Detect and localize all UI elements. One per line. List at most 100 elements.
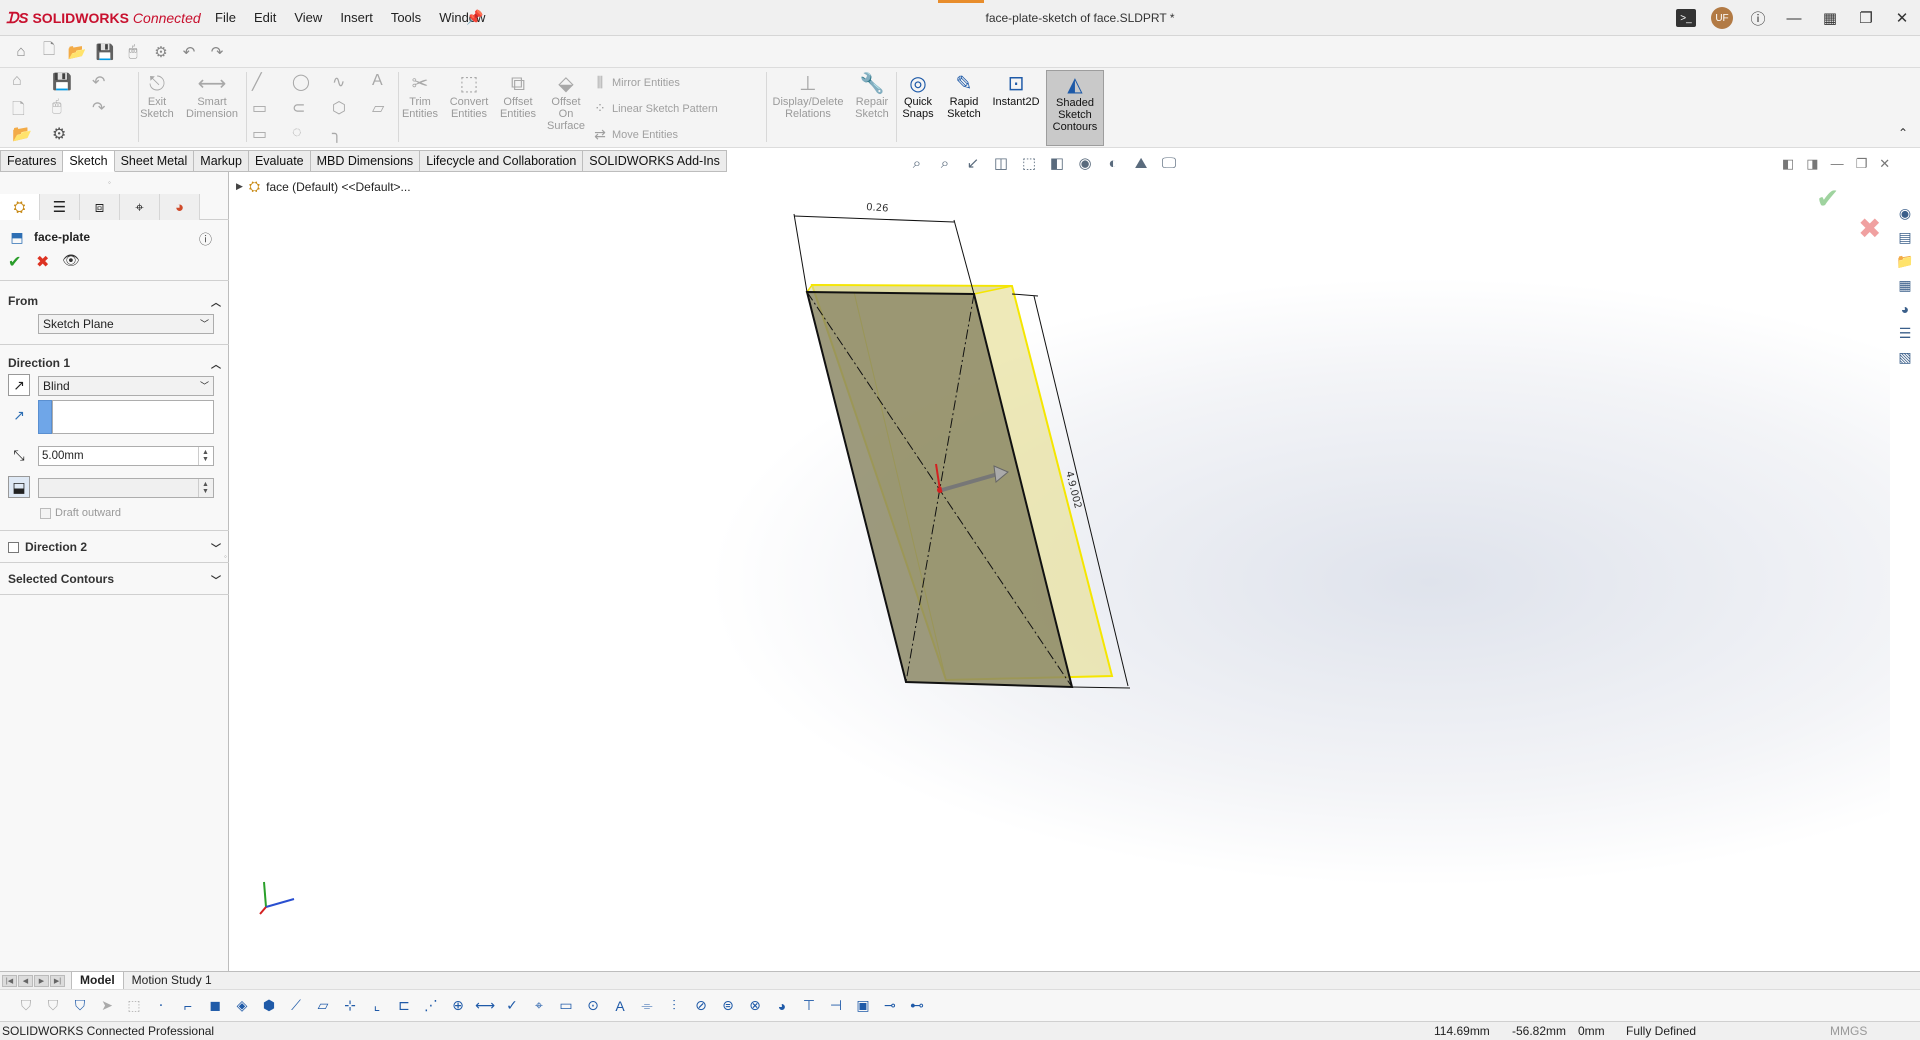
linear-sketch-pattern-button[interactable]: ⁘ Linear Sketch Pattern — [592, 100, 718, 117]
apply-scene-icon[interactable]: ⛰ — [1130, 155, 1152, 172]
direction2-checkbox[interactable] — [8, 541, 19, 553]
filter-dowel-pin-icon[interactable]: ⊜ — [718, 996, 738, 1016]
panel-resize-handle[interactable]: ◦ — [224, 552, 227, 561]
tab-lifecycle[interactable]: Lifecycle and Collaboration — [420, 150, 584, 172]
tab-sketch[interactable]: Sketch — [63, 150, 115, 172]
ok-check-icon[interactable]: ✔ — [8, 252, 21, 272]
solidworks-resources-icon[interactable]: ◉ — [1894, 202, 1916, 224]
filter-solid-bodies-icon[interactable]: ⬢ — [259, 996, 279, 1016]
user-button[interactable]: UF — [1704, 0, 1740, 36]
next-tab-icon[interactable]: ▶ — [34, 974, 49, 987]
text-sketch-icon[interactable]: A — [372, 72, 383, 90]
split-right-icon[interactable]: ◨ — [1806, 156, 1818, 172]
draft-angle-input[interactable] — [38, 478, 214, 498]
configuration-manager-tab-icon[interactable]: ⧈ — [80, 194, 120, 220]
filter-surface-finish-icon[interactable]: ✓ — [502, 996, 522, 1016]
offset-entities-button[interactable]: ⧉ Offset Entities — [496, 72, 540, 120]
redo-icon[interactable]: ↷ — [206, 41, 228, 63]
prev-tab-icon[interactable]: ◀ — [18, 974, 33, 987]
section-view-icon[interactable]: ◫ — [990, 154, 1012, 172]
filter-clear-icon[interactable]: ⛉ — [43, 996, 63, 1016]
filter-cosmetic-threads-icon[interactable]: ⫶ — [664, 996, 684, 1016]
repair-sketch-button[interactable]: 🔧 Repair Sketch — [852, 72, 892, 120]
property-manager-tab-icon[interactable]: ☰ — [40, 194, 80, 220]
new-document-icon[interactable]: 🗋 — [38, 41, 60, 63]
filter-all-icon[interactable]: ⛉ — [70, 996, 90, 1016]
line-icon[interactable]: ╱ — [252, 72, 262, 92]
tab-model[interactable]: Model — [71, 971, 124, 990]
filter-settings-icon[interactable]: ⬚ — [124, 996, 144, 1016]
filter-routing-points-icon[interactable]: ◕ — [772, 996, 792, 1016]
filter-datum-features-icon[interactable]: ⊙ — [583, 996, 603, 1016]
display-style-icon[interactable]: ◧ — [1046, 154, 1068, 172]
direction-selection-box[interactable] — [52, 400, 214, 434]
end-condition-select[interactable]: Blind ﹀ — [38, 376, 214, 396]
edit-appearance-icon[interactable]: ◐ — [1102, 155, 1124, 172]
filter-centerline-icon[interactable]: ⊕ — [448, 996, 468, 1016]
feature-manager-tab-icon[interactable]: ⛭ — [0, 194, 40, 220]
from-section-header[interactable]: From ︿ — [0, 290, 229, 312]
file-explorer-icon[interactable]: 📁 — [1894, 250, 1916, 272]
filter-planes-icon[interactable]: ▱ — [313, 996, 333, 1016]
point-icon[interactable]: ◌ — [292, 124, 302, 142]
filter-midpoints-icon[interactable]: ⊏ — [394, 996, 414, 1016]
tab-features[interactable]: Features — [0, 150, 64, 172]
fillet-icon[interactable]: ╮ — [332, 124, 342, 144]
polygon-icon[interactable]: ⬡ — [332, 98, 346, 118]
plane-icon[interactable]: ▱ — [372, 98, 384, 118]
display-manager-tab-icon[interactable]: ◕ — [160, 194, 200, 220]
menu-tools[interactable]: Tools — [382, 0, 430, 36]
solidworks-forum-icon[interactable]: ▧ — [1894, 346, 1916, 368]
select-cursor-icon[interactable]: ➤ — [97, 996, 117, 1016]
depth-spinner[interactable]: ▲ ▼ — [198, 447, 212, 465]
help-icon[interactable]: ⓘ — [199, 229, 212, 248]
home-small-icon[interactable]: ⌂ — [12, 72, 22, 90]
filter-edges-icon[interactable]: ⌐ — [178, 996, 198, 1016]
display-delete-relations-button[interactable]: ⊥ Display/Delete Relations — [770, 72, 846, 120]
filter-center-marks-icon[interactable]: ⋰ — [421, 996, 441, 1016]
mirror-entities-button[interactable]: ⫼ Mirror Entities — [592, 74, 680, 91]
command-prompt-button[interactable]: >_ — [1668, 0, 1704, 36]
filter-dimensions-icon[interactable]: ⟷ — [475, 996, 495, 1016]
tile-button[interactable]: ▦ — [1812, 0, 1848, 36]
restore-button[interactable]: ❐ — [1848, 0, 1884, 36]
help-button[interactable]: ⓘ — [1740, 0, 1776, 36]
pin-menu-icon[interactable]: 📌 — [466, 9, 483, 26]
preview-eye-icon[interactable]: 👁 — [62, 252, 80, 269]
zoom-to-fit-icon[interactable]: ⌕ — [906, 155, 928, 172]
depth-input[interactable]: 5.00mm — [38, 446, 214, 466]
close-button[interactable]: ✕ — [1884, 0, 1920, 36]
mouse-icon[interactable]: 🖱 — [122, 41, 144, 63]
custom-properties-icon[interactable]: ☰ — [1894, 322, 1916, 344]
view-palette-icon[interactable]: ▦ — [1894, 274, 1916, 296]
filter-mesh-vertices-icon[interactable]: ⊸ — [880, 996, 900, 1016]
filter-vertices-icon[interactable]: ⋅ — [151, 996, 171, 1016]
new-small-icon[interactable]: 🗋 — [12, 98, 25, 125]
mouse-small-icon[interactable]: 🖱 — [52, 98, 62, 116]
collapse-ribbon-icon[interactable]: ⌃ — [1898, 126, 1908, 140]
filter-weld-symbols-icon[interactable]: A — [610, 996, 630, 1016]
viewport-minimize-icon[interactable]: — — [1831, 156, 1844, 172]
open-small-icon[interactable]: 📂 — [12, 124, 32, 144]
menu-insert[interactable]: Insert — [331, 0, 382, 36]
minimize-button[interactable]: — — [1776, 0, 1812, 36]
gear-icon[interactable]: ⚙ — [52, 124, 66, 144]
dimension-line[interactable] — [793, 215, 955, 223]
feature-tree-flyout[interactable]: ▶ ⛭ face (Default) <<Default>... — [236, 178, 411, 195]
tab-evaluate[interactable]: Evaluate — [248, 150, 311, 172]
expand-arrow-icon[interactable]: ▶ — [236, 181, 243, 192]
view-settings-icon[interactable]: 🖵 — [1158, 155, 1180, 172]
filter-toggle-icon[interactable]: ⛉ — [16, 996, 36, 1016]
filter-axes-icon[interactable]: ⟋ — [286, 996, 306, 1016]
dimxpert-tab-icon[interactable]: ⌖ — [120, 194, 160, 220]
move-entities-button[interactable]: ⇄ Move Entities — [592, 126, 678, 143]
filter-sketch-segments-icon[interactable]: ⌞ — [367, 996, 387, 1016]
slot-icon[interactable]: ⊂ — [292, 98, 305, 118]
menu-view[interactable]: View — [285, 0, 331, 36]
trim-entities-button[interactable]: ✂ Trim Entities — [400, 72, 440, 120]
filter-surface-bodies-icon[interactable]: ◈ — [232, 996, 252, 1016]
options-gear-icon[interactable]: ⚙ — [150, 41, 172, 63]
model-view[interactable]: 0.26 4.9.002 — [230, 172, 1890, 975]
confirm-cancel-icon[interactable]: ✖ — [1858, 212, 1881, 245]
direction2-section-header[interactable]: Direction 2 ﹀ — [0, 536, 229, 558]
